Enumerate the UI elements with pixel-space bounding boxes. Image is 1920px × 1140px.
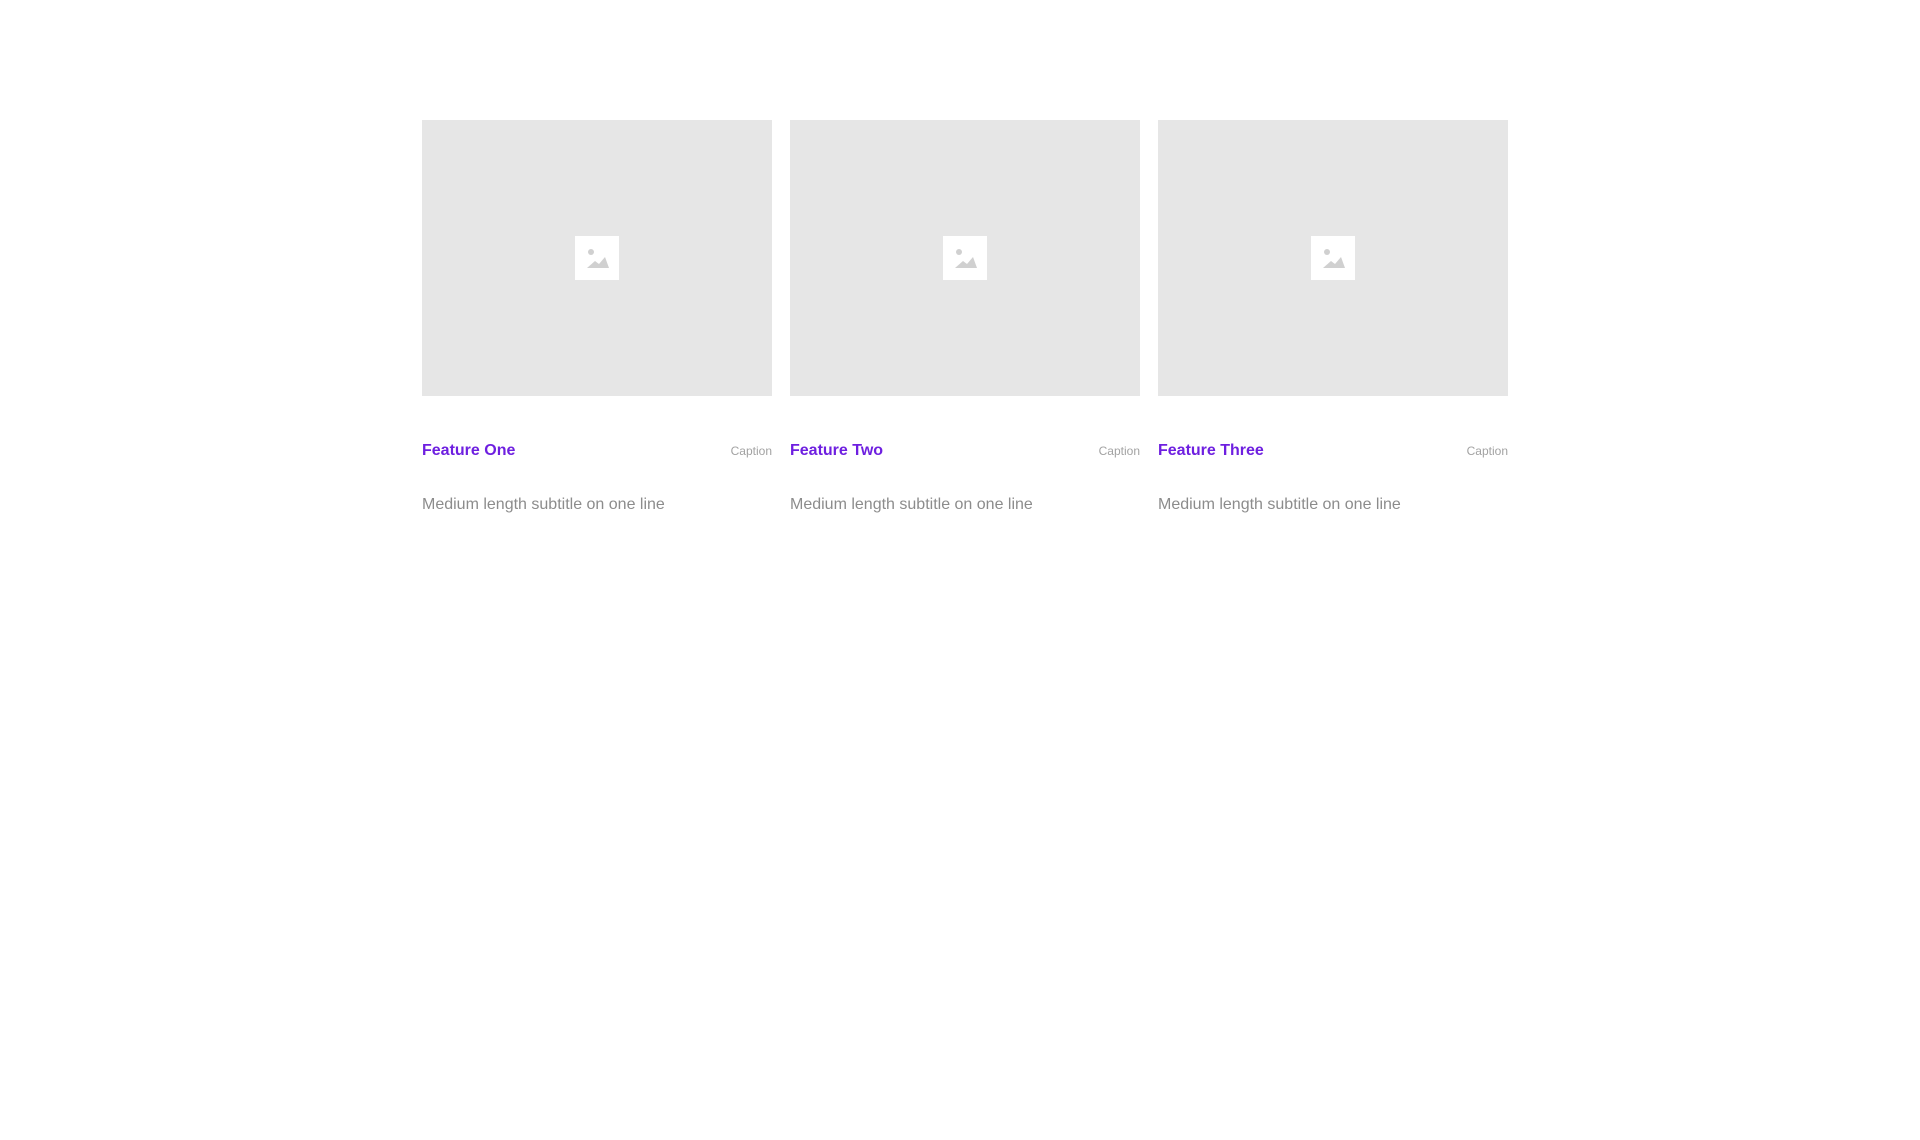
feature-meta-row: Feature Two Caption	[790, 442, 1140, 460]
feature-image-placeholder	[1158, 120, 1508, 396]
image-placeholder-icon	[943, 236, 987, 280]
feature-subtitle: Medium length subtitle on one line	[422, 496, 665, 513]
image-placeholder-icon	[1311, 236, 1355, 280]
feature-image-placeholder	[422, 120, 772, 396]
feature-title: Feature Two	[790, 442, 884, 459]
image-placeholder-icon	[575, 236, 619, 280]
feature-subtitle: Medium length subtitle on one line	[1158, 496, 1401, 513]
feature-card: Feature Three Caption Medium length subt…	[1158, 120, 1508, 514]
feature-card: Feature Two Caption Medium length subtit…	[790, 120, 1140, 514]
feature-meta-row: Feature Three Caption	[1158, 442, 1508, 460]
feature-caption: Caption	[730, 444, 772, 458]
feature-title: Feature Three	[1158, 442, 1264, 459]
feature-subtitle: Medium length subtitle on one line	[790, 496, 1033, 513]
feature-grid: Feature One Caption Medium length subtit…	[422, 120, 1508, 514]
feature-image-placeholder	[790, 120, 1140, 396]
feature-card: Feature One Caption Medium length subtit…	[422, 120, 772, 514]
feature-title: Feature One	[422, 442, 516, 459]
feature-caption: Caption	[1466, 444, 1508, 458]
feature-meta-row: Feature One Caption	[422, 442, 772, 460]
feature-caption: Caption	[1098, 444, 1140, 458]
